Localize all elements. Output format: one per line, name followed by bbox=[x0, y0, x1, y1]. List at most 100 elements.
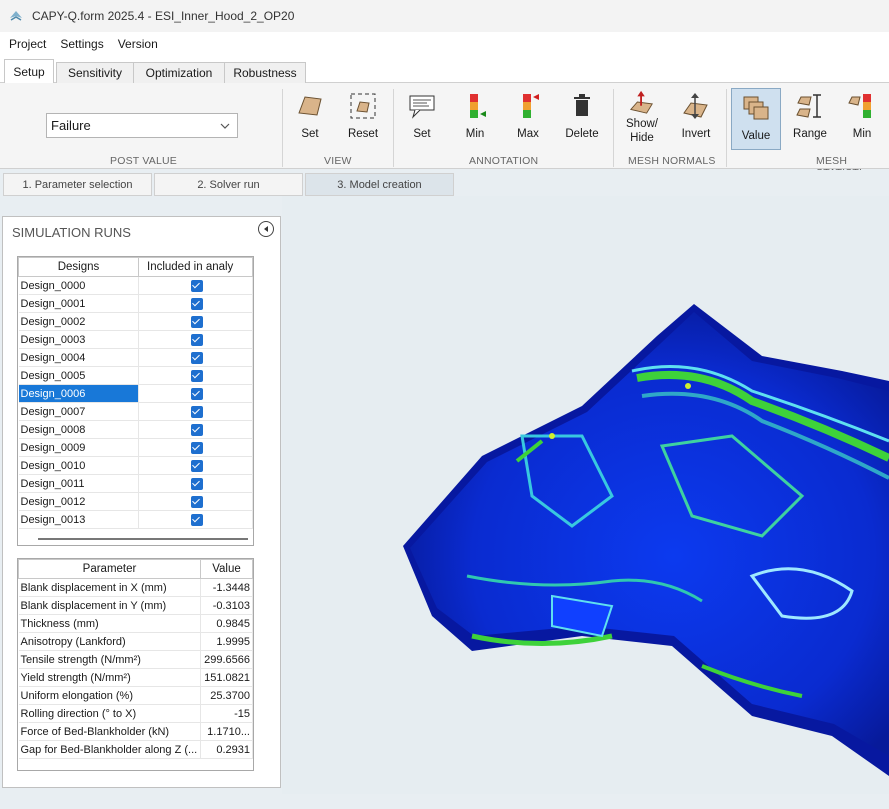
step-solver-run[interactable]: 2. Solver run bbox=[154, 173, 303, 196]
mesh-stat-min-button[interactable]: Min bbox=[837, 87, 887, 147]
design-name[interactable]: Design_0002 bbox=[19, 313, 139, 331]
step-model-creation[interactable]: 3. Model creation bbox=[305, 173, 454, 196]
param-value: -0.3103 bbox=[201, 597, 253, 615]
hood-mesh-render[interactable] bbox=[282, 196, 889, 794]
window-title: CAPY-Q.form 2025.4 - ESI_Inner_Hood_2_OP… bbox=[32, 9, 294, 23]
included-checkbox[interactable] bbox=[191, 442, 203, 454]
table-row: Design_0002 bbox=[19, 313, 253, 331]
arrow-left-icon bbox=[262, 225, 270, 233]
param-value: 0.2931 bbox=[201, 741, 253, 759]
ribbon-divider bbox=[613, 89, 614, 167]
value-stack-icon bbox=[741, 93, 771, 123]
annotation-min-label: Min bbox=[466, 127, 485, 141]
invert-normals-button[interactable]: Invert bbox=[671, 87, 721, 147]
collapse-panel-button[interactable] bbox=[258, 221, 274, 237]
included-checkbox[interactable] bbox=[191, 478, 203, 490]
table-row: Blank displacement in X (mm)-1.3448 bbox=[19, 579, 253, 597]
post-value-selected: Failure bbox=[51, 118, 91, 133]
included-checkbox[interactable] bbox=[191, 280, 203, 292]
table-row: Design_0011 bbox=[19, 475, 253, 493]
tab-sensitivity[interactable]: Sensitivity bbox=[56, 62, 134, 83]
table-row-selected: Design_0006 bbox=[19, 385, 253, 403]
param-name: Yield strength (N/mm²) bbox=[19, 669, 201, 687]
annotation-delete-button[interactable]: Delete bbox=[557, 87, 607, 147]
menu-settings[interactable]: Settings bbox=[53, 37, 110, 51]
3d-viewport[interactable] bbox=[282, 196, 889, 794]
table-row: Design_0013 bbox=[19, 511, 253, 529]
step-parameter-selection[interactable]: 1. Parameter selection bbox=[3, 173, 152, 196]
design-name[interactable]: Design_0011 bbox=[19, 475, 139, 493]
table-row: Blank displacement in Y (mm)-0.3103 bbox=[19, 597, 253, 615]
param-name: Thickness (mm) bbox=[19, 615, 201, 633]
table-row: Thickness (mm)0.9845 bbox=[19, 615, 253, 633]
design-name[interactable]: Design_0001 bbox=[19, 295, 139, 313]
param-name: Blank displacement in Y (mm) bbox=[19, 597, 201, 615]
mesh-normal-invert-icon bbox=[681, 91, 711, 121]
design-name[interactable]: Design_0008 bbox=[19, 421, 139, 439]
mesh-stat-value-label: Value bbox=[742, 129, 771, 143]
menu-project[interactable]: Project bbox=[2, 37, 53, 51]
group-label-mesh-normals: MESH NORMALS bbox=[628, 155, 716, 167]
mesh-stat-range-label: Range bbox=[793, 127, 827, 141]
table-row: Uniform elongation (%)25.3700 bbox=[19, 687, 253, 705]
included-checkbox[interactable] bbox=[191, 424, 203, 436]
designs-table: Designs Included in analy Design_0000 De… bbox=[17, 256, 254, 546]
design-name[interactable]: Design_0012 bbox=[19, 493, 139, 511]
col-designs[interactable]: Designs bbox=[19, 258, 139, 277]
show-hide-normals-button[interactable]: Show/ Hide bbox=[617, 85, 667, 145]
tab-robustness[interactable]: Robustness bbox=[224, 62, 306, 83]
tab-optimization[interactable]: Optimization bbox=[133, 62, 225, 83]
mesh-stat-min-label: Min bbox=[853, 127, 872, 141]
view-set-button[interactable]: Set bbox=[285, 87, 335, 147]
design-name[interactable]: Design_0006 bbox=[19, 385, 139, 403]
included-checkbox[interactable] bbox=[191, 406, 203, 418]
main-tab-bar: Setup Sensitivity Optimization Robustnes… bbox=[0, 56, 889, 83]
mesh-stat-value-button[interactable]: Value bbox=[731, 88, 781, 150]
design-name[interactable]: Design_0010 bbox=[19, 457, 139, 475]
table-row: Design_0000 bbox=[19, 277, 253, 295]
ribbon-divider bbox=[726, 89, 727, 167]
mesh-stat-range-button[interactable]: Range bbox=[785, 87, 835, 147]
view-set-icon bbox=[295, 91, 325, 121]
design-name[interactable]: Design_0004 bbox=[19, 349, 139, 367]
title-bar: CAPY-Q.form 2025.4 - ESI_Inner_Hood_2_OP… bbox=[0, 0, 889, 32]
included-checkbox[interactable] bbox=[191, 334, 203, 346]
col-parameter[interactable]: Parameter bbox=[19, 560, 201, 579]
included-checkbox[interactable] bbox=[191, 496, 203, 508]
included-checkbox[interactable] bbox=[191, 298, 203, 310]
col-value[interactable]: Value bbox=[201, 560, 253, 579]
view-reset-button[interactable]: Reset bbox=[338, 87, 388, 147]
table-row: Anisotropy (Lankford)1.9995 bbox=[19, 633, 253, 651]
table-row: Design_0003 bbox=[19, 331, 253, 349]
table-row: Design_0004 bbox=[19, 349, 253, 367]
table-row: Design_0001 bbox=[19, 295, 253, 313]
included-checkbox[interactable] bbox=[191, 388, 203, 400]
design-name[interactable]: Design_0007 bbox=[19, 403, 139, 421]
app-logo-icon bbox=[8, 8, 24, 24]
min-marker-icon bbox=[460, 91, 490, 121]
design-name[interactable]: Design_0005 bbox=[19, 367, 139, 385]
design-name[interactable]: Design_0013 bbox=[19, 511, 139, 529]
param-name: Gap for Bed-Blankholder along Z (... bbox=[19, 741, 201, 759]
annotation-max-button[interactable]: Max bbox=[503, 87, 553, 147]
status-strip bbox=[0, 794, 889, 809]
param-name: Tensile strength (N/mm²) bbox=[19, 651, 201, 669]
design-name[interactable]: Design_0009 bbox=[19, 439, 139, 457]
trash-icon bbox=[567, 91, 597, 121]
tab-setup[interactable]: Setup bbox=[4, 59, 54, 84]
included-checkbox[interactable] bbox=[191, 370, 203, 382]
annotation-set-button[interactable]: Set bbox=[397, 87, 447, 147]
post-value-select[interactable]: Failure bbox=[46, 113, 238, 138]
annotation-min-button[interactable]: Min bbox=[450, 87, 500, 147]
mesh-normal-show-icon bbox=[627, 89, 657, 115]
design-name[interactable]: Design_0003 bbox=[19, 331, 139, 349]
included-checkbox[interactable] bbox=[191, 514, 203, 526]
col-included[interactable]: Included in analy bbox=[139, 258, 253, 277]
included-checkbox[interactable] bbox=[191, 352, 203, 364]
included-checkbox[interactable] bbox=[191, 316, 203, 328]
view-reset-label: Reset bbox=[348, 127, 378, 141]
horizontal-scrollbar[interactable] bbox=[38, 538, 248, 540]
included-checkbox[interactable] bbox=[191, 460, 203, 472]
design-name[interactable]: Design_0000 bbox=[19, 277, 139, 295]
menu-version[interactable]: Version bbox=[111, 37, 165, 51]
